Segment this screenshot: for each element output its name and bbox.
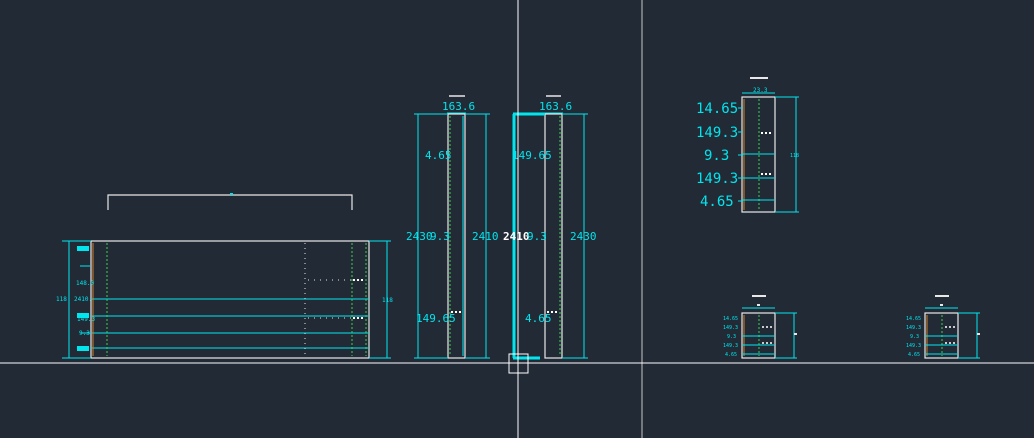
section-small-1-label: 9.3 — [727, 334, 736, 340]
section-large-label: 9.3 — [704, 148, 729, 164]
elevation-a-drawing[interactable]: 163.6 2430 9.3 4.65 149.65 2410 — [406, 95, 499, 359]
section-large-label: 149.3 — [696, 171, 738, 187]
elevation-b-left-dim[interactable]: 2410 — [503, 230, 530, 243]
section-small-2-label: 4.65 — [908, 352, 920, 358]
panel-left-label: 149.3 — [77, 316, 95, 323]
panel-bracket — [107, 194, 353, 210]
section-large-drawing[interactable]: 23.3 14.65 149.3 9.3 149.3 4.65 118 — [696, 77, 799, 213]
section-small-1-label: 149.3 — [723, 325, 738, 331]
section-small-2-label: 149.3 — [906, 343, 921, 349]
elevation-b-drawing[interactable]: 163.6 2410 9.3 149.65 4.65 2430 — [503, 95, 597, 360]
cad-model-space[interactable]: 118 148.0 2410. 9.3 149.3 118 163.6 2430… — [0, 0, 1034, 438]
crosshair-cursor[interactable] — [0, 0, 1034, 438]
section-small-1-label: 149.3 — [723, 343, 738, 349]
section-large-right-dim: 118 — [790, 153, 799, 159]
section-small-2-label: 14.65 — [906, 316, 921, 322]
panel-right-total: 118 — [382, 297, 393, 304]
section-small-1-drawing[interactable]: 14.65 149.3 9.3 149.3 4.65 — [723, 295, 797, 359]
section-small-2-label: 149.3 — [906, 325, 921, 331]
elevation-a-top-label: 163.6 — [442, 100, 475, 113]
elevation-a-right-dim: 2410 — [472, 230, 499, 243]
section-large-label: 149.3 — [696, 125, 738, 141]
elevation-b-lower-label: 4.65 — [525, 312, 552, 325]
panel-dim-marker — [77, 246, 89, 251]
panel-left-total: 118 — [56, 296, 67, 303]
panel-left-label: 148.0 — [76, 280, 94, 287]
elevation-b-right-dim: 2430 — [570, 230, 597, 243]
section-small-2-label: 9.3 — [910, 334, 919, 340]
elevation-a-lower-label: 149.65 — [416, 312, 456, 325]
section-small-1-label: 14.65 — [723, 316, 738, 322]
section-small-1-label: 4.65 — [725, 352, 737, 358]
panel-left-label: 2410. — [74, 296, 92, 303]
elevation-a-left-dim: 2430 — [406, 230, 433, 243]
section-large-label: 14.65 — [696, 101, 738, 117]
panel-left-label: 9.3 — [79, 330, 90, 337]
elevation-b-top-label: 163.6 — [539, 100, 572, 113]
panel-plan-drawing[interactable]: 118 148.0 2410. 9.3 149.3 118 — [56, 193, 393, 359]
panel-dim-marker — [77, 346, 89, 351]
section-small-2-drawing[interactable]: 14.65 149.3 9.3 149.3 4.65 — [906, 295, 980, 359]
section-large-label: 4.65 — [700, 194, 734, 210]
